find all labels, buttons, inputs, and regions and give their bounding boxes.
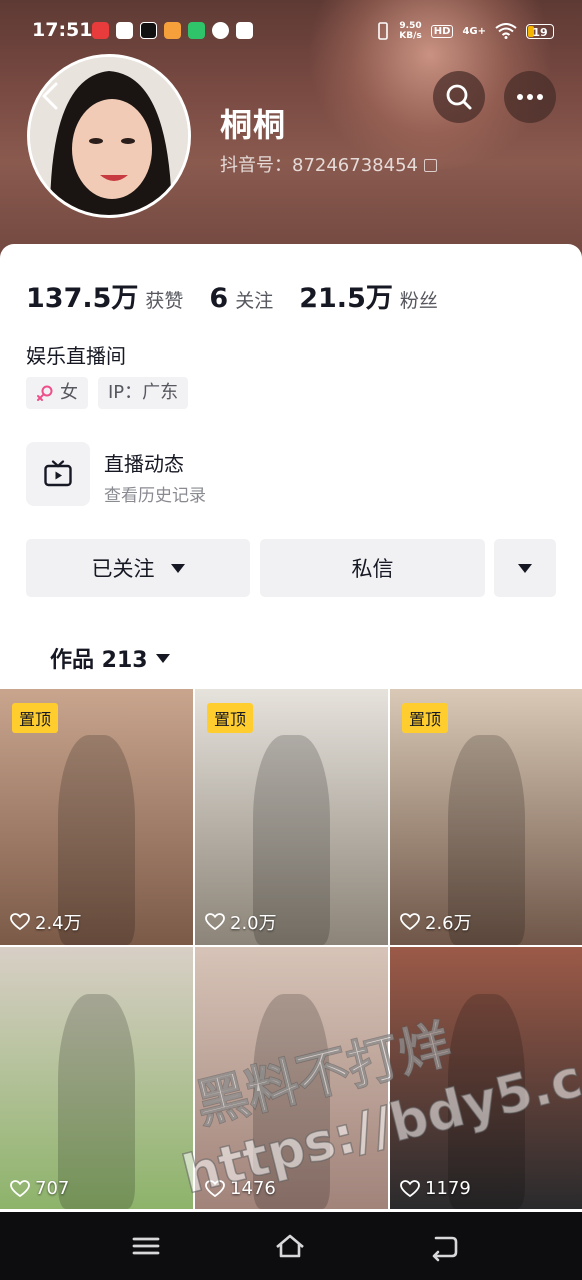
followed-label: 已关注 [91, 557, 155, 581]
female-icon [37, 385, 53, 401]
heart-icon [10, 913, 30, 931]
recommend-dropdown-button[interactable] [494, 539, 556, 597]
heart-icon [10, 1179, 30, 1197]
bio: 娱乐直播间 [26, 344, 126, 368]
video-thumbnail[interactable]: 置顶 2.6万 [390, 689, 582, 945]
copy-icon[interactable] [423, 159, 437, 172]
live-icon-box [26, 442, 90, 506]
video-likes: 707 [10, 1178, 69, 1199]
back-icon [432, 1236, 458, 1262]
signal-icon: 4G+ [462, 25, 486, 37]
more-button[interactable] [504, 71, 556, 123]
profile-tags: 女 IP：广东 [26, 377, 189, 409]
mail-icon [236, 22, 253, 39]
hd-icon: HD [430, 24, 454, 38]
wechat-icon [116, 22, 133, 39]
wifi-icon [495, 23, 517, 39]
heart-icon [205, 1179, 225, 1197]
video-thumbnail[interactable]: 置顶 2.4万 [0, 689, 193, 945]
video-cover-image [0, 947, 193, 1209]
video-thumbnail[interactable]: 置顶 2.0万 [195, 689, 388, 945]
video-cover-image [195, 947, 388, 1209]
following-count[interactable]: 6 [209, 283, 228, 314]
status-bar: 17:51 9.50 KB/s HD 4G+ 19 [0, 0, 582, 62]
following-label[interactable]: 关注 [235, 286, 273, 313]
video-likes: 2.0万 [205, 909, 277, 935]
message-button[interactable]: 私信 [260, 539, 485, 597]
likes-label: 获赞 [145, 290, 184, 312]
caret-down-icon [170, 563, 185, 573]
heart-icon [400, 913, 420, 931]
douyin-id[interactable]: 抖音号：87246738454 [220, 151, 437, 177]
tab-works[interactable]: 作品 213 [50, 642, 170, 674]
caret-down-icon [518, 563, 532, 573]
home-icon [276, 1234, 304, 1258]
video-likes: 1476 [205, 1178, 276, 1199]
video-thumbnail[interactable]: 1179 [390, 947, 582, 1209]
vibrate-icon [378, 22, 389, 40]
chevron-left-icon [42, 82, 58, 110]
live-entry-title: 直播动态 [104, 452, 184, 476]
status-time: 17:51 [32, 19, 93, 41]
video-cover-image [390, 947, 582, 1209]
douyin-id-value: 87246738454 [292, 155, 418, 176]
battery-icon: 19 [526, 23, 554, 39]
app-notification-icon [188, 22, 205, 39]
live-entry-subtitle: 查看历史记录 [104, 486, 206, 506]
tv-icon [44, 460, 72, 487]
gender-tag: 女 [26, 377, 88, 409]
video-cover-figure [447, 994, 526, 1209]
video-grid: 置顶 2.4万 置顶 2.0万 置顶 2.6万 707 1476 1179 [0, 689, 582, 1209]
back-button[interactable] [36, 76, 70, 116]
live-history-entry[interactable]: 直播动态 查看历史记录 [26, 442, 546, 508]
followers-count[interactable]: 21.5万 [299, 276, 393, 315]
video-likes: 1179 [400, 1178, 471, 1199]
home-nav-button[interactable] [270, 1230, 310, 1262]
notification-icons [92, 22, 253, 39]
likes-count: 137.5万 [26, 283, 139, 314]
nickname: 桐桐 [220, 106, 287, 144]
heart-icon [205, 913, 225, 931]
menu-icon [132, 1237, 160, 1255]
followed-button[interactable]: 已关注 [26, 539, 250, 597]
back-nav-button[interactable] [424, 1230, 464, 1262]
followers-label[interactable]: 粉丝 [400, 286, 438, 313]
douyin-id-label: 抖音号： [220, 155, 292, 176]
profile-stats: 137.5万 获赞 6 关注 21.5万 粉丝 [26, 276, 464, 315]
heart-icon [400, 1179, 420, 1197]
video-thumbnail[interactable]: 1476 [195, 947, 388, 1209]
system-navigation-bar [0, 1212, 582, 1280]
ip-tag: IP：广东 [98, 377, 189, 409]
works-tab-label: 作品 213 [50, 648, 148, 673]
system-status-icons: 9.50 KB/s HD 4G+ 19 [376, 21, 554, 41]
gender-label: 女 [60, 382, 78, 403]
app-notification-icon [92, 22, 109, 39]
more-icon [517, 94, 543, 100]
video-likes: 2.4万 [10, 909, 82, 935]
app-notification-icon [164, 22, 181, 39]
video-likes: 2.6万 [400, 909, 472, 935]
pinned-badge: 置顶 [207, 703, 254, 733]
video-thumbnail[interactable]: 707 [0, 947, 193, 1209]
video-cover-figure [252, 994, 331, 1209]
pinned-badge: 置顶 [12, 703, 59, 733]
search-icon [446, 84, 472, 110]
menu-nav-button[interactable] [126, 1230, 166, 1262]
message-label: 私信 [351, 557, 394, 581]
video-cover-figure [57, 994, 136, 1209]
pinned-badge: 置顶 [402, 703, 449, 733]
compass-icon [212, 22, 229, 39]
search-button[interactable] [433, 71, 485, 123]
caret-down-icon [155, 653, 170, 663]
douyin-icon [140, 22, 157, 39]
net-speed: 9.50 KB/s [399, 21, 422, 41]
